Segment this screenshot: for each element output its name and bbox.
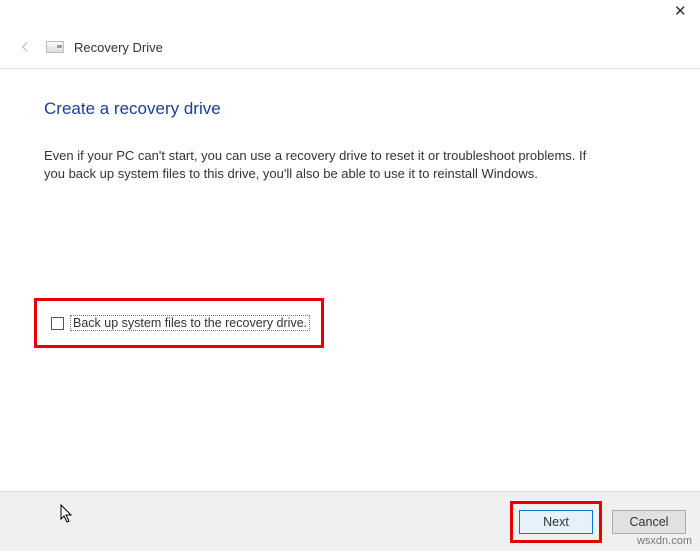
backup-checkbox-row[interactable]: Back up system files to the recovery dri… [51, 315, 310, 331]
backup-checkbox-label: Back up system files to the recovery dri… [70, 315, 310, 331]
backup-checkbox[interactable] [51, 317, 64, 330]
wizard-header: Recovery Drive [0, 32, 700, 69]
cancel-button[interactable]: Cancel [612, 510, 686, 534]
drive-icon [46, 41, 64, 53]
back-arrow-icon [14, 36, 36, 58]
close-button[interactable]: ✕ [674, 6, 688, 20]
next-button[interactable]: Next [519, 510, 593, 534]
page-heading: Create a recovery drive [44, 99, 656, 119]
watermark: wsxdn.com [637, 535, 692, 547]
window-title: Recovery Drive [74, 40, 163, 55]
wizard-footer: Next Cancel [0, 491, 700, 551]
page-description: Even if your PC can't start, you can use… [44, 147, 604, 183]
next-highlight: Next [510, 501, 602, 543]
checkbox-highlight: Back up system files to the recovery dri… [34, 298, 324, 348]
